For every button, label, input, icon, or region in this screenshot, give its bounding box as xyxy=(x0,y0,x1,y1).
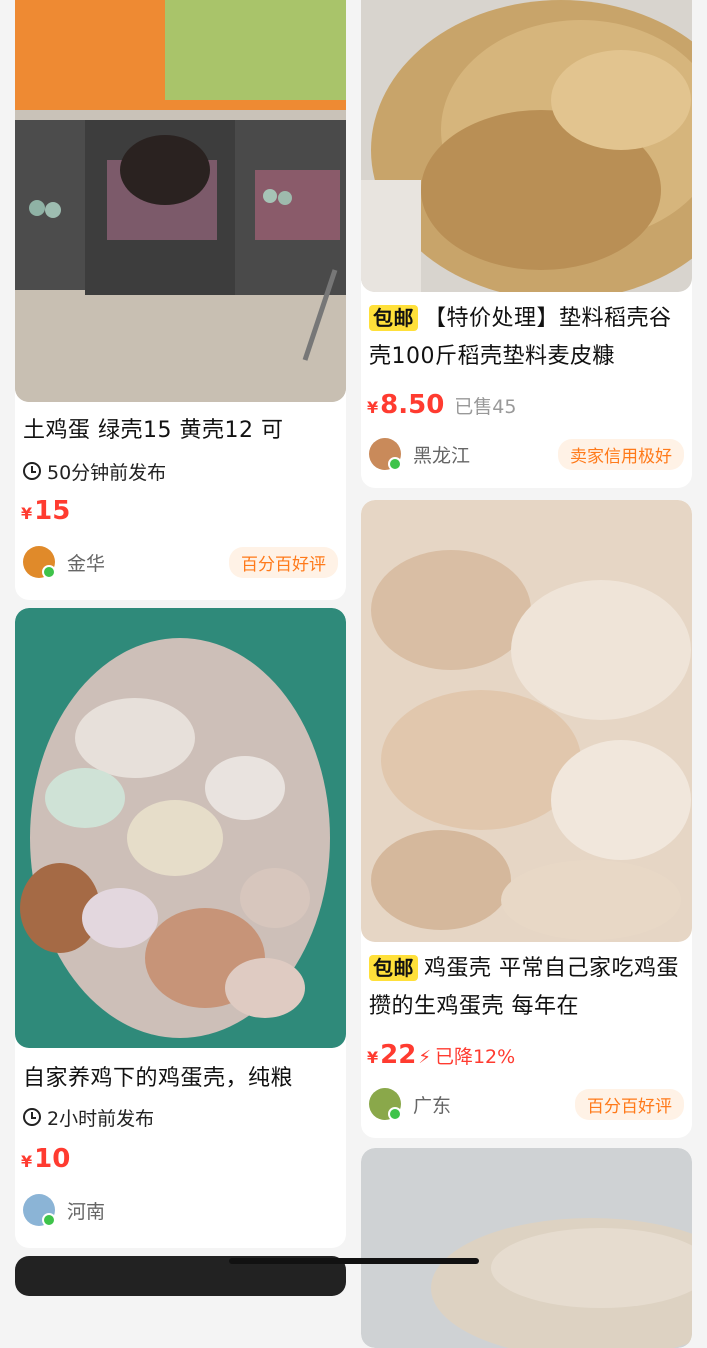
ground-shell-powder-photo xyxy=(361,1148,692,1348)
sold-count: 已售45 xyxy=(454,396,517,418)
rating-tag: 百分百好评 xyxy=(229,546,338,578)
rating-tag: 卖家信用极好 xyxy=(558,438,684,470)
price-value: 15 xyxy=(34,496,71,526)
price: ¥ 15 xyxy=(21,496,70,526)
online-indicator-icon xyxy=(388,1107,402,1121)
seller-location: 河南 xyxy=(67,1200,106,1223)
product-title: 自家养鸡下的鸡蛋壳，纯粮 xyxy=(23,1066,294,1091)
seller-location: 黑龙江 xyxy=(413,444,471,467)
product-card[interactable]: 包邮 【特价处理】垫料稻壳谷壳100斤稻壳垫料麦皮糠 ¥ 8.50 已售45 黑龙… xyxy=(361,0,692,488)
product-card[interactable]: 包邮 鸡蛋壳 平常自己家吃鸡蛋 攒的生鸡蛋壳 每年在 ¥ 22 ⚡ 已降12% 广… xyxy=(361,500,692,1138)
price: ¥ 22 ⚡ 已降12% xyxy=(367,1040,515,1070)
clock-icon xyxy=(23,1108,41,1126)
currency-symbol: ¥ xyxy=(367,1048,379,1067)
posted-time-text: 50分钟前发布 xyxy=(47,461,167,484)
product-image[interactable] xyxy=(361,500,692,942)
online-indicator-icon xyxy=(42,565,56,579)
price-drop: 已降12% xyxy=(434,1046,516,1068)
price-value: 22 xyxy=(380,1040,417,1070)
product-image[interactable] xyxy=(361,1148,692,1348)
product-title: 土鸡蛋 绿壳15 黄壳12 可 xyxy=(23,418,284,443)
currency-symbol: ¥ xyxy=(367,398,379,417)
online-indicator-icon xyxy=(388,457,402,471)
posted-time-text: 2小时前发布 xyxy=(47,1107,155,1130)
home-indicator[interactable] xyxy=(229,1258,479,1264)
seller-row[interactable]: 金华 百分百好评 xyxy=(23,544,338,580)
currency-symbol: ¥ xyxy=(21,504,33,523)
posted-time: 2小时前发布 xyxy=(23,1102,154,1132)
product-card[interactable]: 土鸡蛋 绿壳15 黄壳12 可 50分钟前发布 ¥ 15 金华 百分百好评 xyxy=(15,0,346,600)
product-image[interactable] xyxy=(361,0,692,292)
crushed-eggshells-photo xyxy=(361,500,692,942)
free-shipping-badge: 包邮 xyxy=(369,305,418,331)
price-value: 8.50 xyxy=(380,390,445,420)
free-shipping-badge: 包邮 xyxy=(369,955,418,981)
product-image[interactable] xyxy=(15,0,346,402)
eggshells-bag-photo xyxy=(15,608,346,1048)
seller-row[interactable]: 河南 xyxy=(23,1192,338,1228)
clock-icon xyxy=(23,462,41,480)
avatar[interactable] xyxy=(369,438,402,471)
price: ¥ 8.50 已售45 xyxy=(367,390,516,420)
avatar[interactable] xyxy=(23,546,56,579)
price: ¥ 10 xyxy=(21,1144,70,1174)
avatar[interactable] xyxy=(369,1088,402,1121)
product-card[interactable] xyxy=(361,1148,692,1348)
product-image[interactable] xyxy=(15,608,346,1048)
product-card[interactable]: 自家养鸡下的鸡蛋壳，纯粮 2小时前发布 ¥ 10 河南 xyxy=(15,608,346,1248)
product-title: 包邮 鸡蛋壳 平常自己家吃鸡蛋 攒的生鸡蛋壳 每年在 xyxy=(369,950,686,1026)
rice-husk-photo xyxy=(361,0,692,292)
rating-tag: 百分百好评 xyxy=(575,1088,684,1120)
seller-row[interactable]: 黑龙江 卖家信用极好 xyxy=(369,436,684,472)
product-title: 包邮 【特价处理】垫料稻壳谷壳100斤稻壳垫料麦皮糠 xyxy=(369,300,686,376)
avatar[interactable] xyxy=(23,1194,56,1227)
lightning-icon: ⚡ xyxy=(418,1047,431,1068)
posted-time: 50分钟前发布 xyxy=(23,456,166,486)
online-indicator-icon xyxy=(42,1213,56,1227)
price-value: 10 xyxy=(34,1144,71,1174)
chicken-eggs-crates-photo xyxy=(15,0,346,402)
seller-row[interactable]: 广东 百分百好评 xyxy=(369,1086,684,1122)
currency-symbol: ¥ xyxy=(21,1152,33,1171)
seller-location: 广东 xyxy=(413,1094,452,1117)
seller-location: 金华 xyxy=(67,552,106,575)
